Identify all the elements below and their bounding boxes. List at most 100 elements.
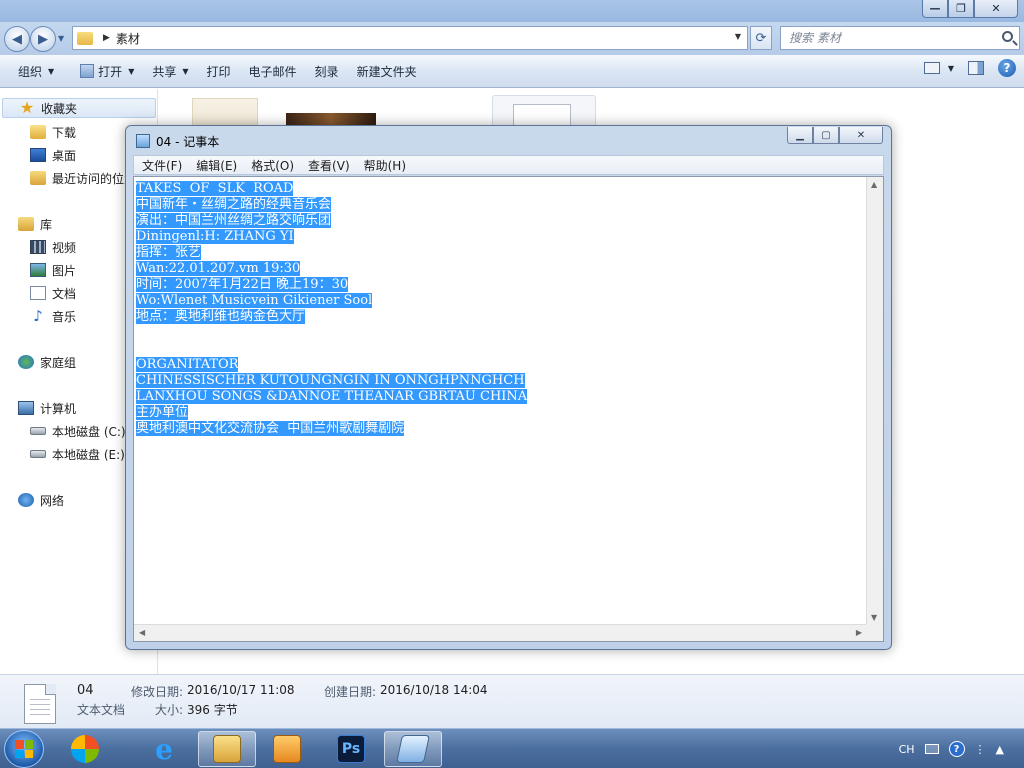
menu-format[interactable]: 格式(O) — [251, 157, 294, 174]
explorer-titlebar[interactable]: — ❐ ✕ — [0, 0, 1024, 22]
taskbar-live-app[interactable] — [64, 731, 106, 767]
nav-computer[interactable]: 计算机 — [18, 398, 76, 418]
scroll-down-icon[interactable]: ▼ — [871, 613, 877, 622]
horizontal-scrollbar[interactable]: ◀ ▶ — [134, 624, 867, 641]
preview-pane-icon[interactable] — [968, 61, 984, 75]
new-folder-button[interactable]: 新建文件夹 — [348, 59, 426, 83]
address-box[interactable]: ▶ 素材 ▼ — [72, 26, 748, 50]
chevron-down-icon: ▼ — [947, 63, 954, 73]
notepad-icon — [80, 64, 95, 78]
taskbar-internet-explorer[interactable]: e — [142, 731, 186, 767]
star-icon: ★ — [19, 98, 35, 117]
open-button[interactable]: 打开 ▼ — [71, 59, 143, 83]
burn-button[interactable]: 刻录 — [306, 59, 348, 83]
minimize-button[interactable]: — — [922, 0, 948, 18]
vertical-scrollbar[interactable]: ▲ ▼ — [866, 177, 883, 625]
notepad-close-button[interactable]: ✕ — [839, 127, 883, 144]
nav-downloads[interactable]: 下载 — [30, 122, 76, 142]
created-label: 创建日期: — [324, 685, 377, 699]
address-dropdown-icon[interactable]: ▼ — [735, 32, 741, 41]
taskbar: e Ps CH ? ⋮ ▲ — [0, 728, 1024, 768]
taskbar-notepad[interactable] — [384, 731, 442, 767]
help-icon[interactable]: ? — [948, 741, 965, 757]
nav-label: 音乐 — [52, 309, 77, 324]
keyboard-icon[interactable] — [924, 744, 939, 754]
forward-button[interactable]: ▶ — [30, 26, 56, 52]
network-icon — [18, 493, 34, 507]
scroll-up-icon[interactable]: ▲ — [871, 180, 877, 189]
text-line: TAKES OF SLK ROAD — [136, 181, 294, 196]
drive-e-icon — [30, 450, 46, 458]
help-icon[interactable]: ? — [998, 59, 1016, 77]
menu-edit[interactable]: 编辑(E) — [196, 157, 237, 174]
windows-live-icon — [71, 735, 99, 763]
show-hidden-icons-icon[interactable]: ▲ — [996, 743, 1004, 756]
computer-icon — [18, 401, 34, 415]
nav-label: 图片 — [52, 263, 77, 278]
nav-disk-c[interactable]: 本地磁盘 (C:) — [30, 421, 126, 441]
command-bar: 组织 ▼ 打开 ▼ 共享 ▼ 打印 电子邮件 刻录 新建文件夹 ▼ ? — [0, 55, 1024, 88]
details-pane: 04 文本文档 修改日期: 2016/10/17 11:08 大小: 396 字… — [0, 674, 1024, 728]
created-value: 2016/10/18 14:04 — [380, 683, 488, 697]
nav-homegroup[interactable]: 家庭组 — [18, 352, 76, 372]
notepad-title: 04 - 记事本 — [156, 135, 220, 149]
size-value: 396 字节 — [187, 703, 238, 717]
recent-pages-dropdown[interactable]: ▼ — [58, 34, 64, 43]
size-label: 大小: — [155, 703, 184, 717]
menu-help[interactable]: 帮助(H) — [364, 157, 406, 174]
nav-label: 本地磁盘 (E:) — [52, 447, 125, 462]
nav-desktop[interactable]: 桌面 — [30, 145, 76, 165]
text-line: 中国新年・丝绸之路的经典音乐会 — [136, 197, 332, 212]
start-button[interactable] — [4, 730, 44, 768]
share-button[interactable]: 共享 ▼ — [143, 59, 197, 83]
email-button[interactable]: 电子邮件 — [240, 59, 306, 83]
notepad-content[interactable]: TAKES OF SLK ROAD 中国新年・丝绸之路的经典音乐会 演出：中国兰… — [136, 181, 866, 437]
nav-libraries[interactable]: 库 — [18, 214, 52, 234]
breadcrumb-chevron-icon[interactable]: ▶ — [103, 33, 110, 43]
notepad-maximize-button[interactable]: ▢ — [813, 127, 839, 144]
ime-options-icon[interactable]: ⋮ — [975, 743, 986, 756]
nav-label: 家庭组 — [40, 355, 77, 370]
nav-network[interactable]: 网络 — [18, 490, 64, 510]
resize-grip-icon[interactable] — [866, 624, 883, 641]
share-label: 共享 — [152, 64, 177, 79]
close-button[interactable]: ✕ — [974, 0, 1018, 18]
taskbar-explorer[interactable] — [198, 731, 256, 767]
arrow-right-icon: ▶ — [38, 31, 48, 47]
menu-view[interactable]: 查看(V) — [308, 157, 350, 174]
nav-music[interactable]: ♪ 音乐 — [30, 306, 76, 326]
media-player-icon — [273, 735, 301, 763]
notepad-text-area[interactable]: TAKES OF SLK ROAD 中国新年・丝绸之路的经典音乐会 演出：中国兰… — [133, 176, 884, 642]
view-controls: ▼ ? — [923, 59, 1016, 77]
search-icon[interactable] — [1002, 31, 1013, 42]
taskbar-media-player[interactable] — [264, 731, 310, 767]
file-type: 文本文档 — [77, 703, 126, 717]
nav-documents[interactable]: 文档 — [30, 283, 76, 303]
nav-disk-e[interactable]: 本地磁盘 (E:) — [30, 444, 125, 464]
print-button[interactable]: 打印 — [198, 59, 240, 83]
breadcrumb-current[interactable]: 素材 — [116, 30, 140, 47]
back-button[interactable]: ◀ — [4, 26, 30, 52]
scroll-left-icon[interactable]: ◀ — [139, 628, 145, 637]
text-line: ORGANITATOR — [136, 357, 239, 372]
nav-pictures[interactable]: 图片 — [30, 260, 76, 280]
scroll-right-icon[interactable]: ▶ — [856, 628, 862, 637]
menu-file[interactable]: 文件(F) — [142, 157, 182, 174]
drive-c-icon — [30, 427, 46, 435]
music-note-icon: ♪ — [33, 307, 43, 325]
refresh-button[interactable]: ⟳ — [750, 26, 772, 50]
nav-videos[interactable]: 视频 — [30, 237, 76, 257]
language-indicator[interactable]: CH — [899, 743, 915, 756]
notepad-minimize-button[interactable]: ▁ — [787, 127, 813, 144]
chevron-down-icon: ▼ — [182, 66, 189, 76]
search-input[interactable] — [789, 27, 989, 49]
nav-favorites[interactable]: ★ 收藏夹 — [2, 98, 156, 118]
change-view-button[interactable]: ▼ — [923, 62, 954, 74]
windows-logo-icon — [15, 740, 33, 758]
recent-places-icon — [30, 171, 46, 185]
file-explorer-icon — [213, 735, 241, 763]
text-line: 演出：中国兰州丝绸之路交响乐团 — [136, 213, 332, 228]
maximize-button[interactable]: ❐ — [948, 0, 974, 18]
taskbar-photoshop[interactable]: Ps — [322, 731, 380, 767]
organize-button[interactable]: 组织 ▼ — [9, 59, 63, 83]
